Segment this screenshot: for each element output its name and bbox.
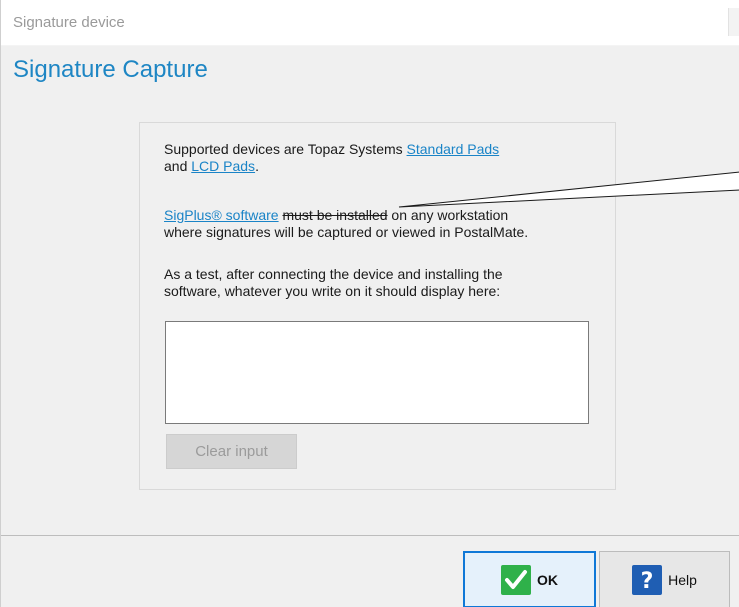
- svg-text:?: ?: [641, 569, 654, 594]
- window-title: Signature device: [13, 14, 125, 31]
- dialog-footer: OK ? Help: [1, 535, 739, 607]
- software-requirement-text: SigPlus® software must be installed on a…: [164, 207, 604, 241]
- sigplus-software-link[interactable]: SigPlus® software: [164, 207, 279, 223]
- checkmark-icon: [501, 564, 531, 595]
- page-title: Signature Capture: [13, 56, 208, 83]
- software-struck-text: must be installed: [282, 207, 388, 223]
- clear-input-button[interactable]: Clear input: [166, 434, 297, 469]
- question-mark-icon: ?: [632, 564, 663, 595]
- help-button[interactable]: ? Help: [599, 551, 730, 607]
- test-instructions-text: As a test, after connecting the device a…: [164, 266, 604, 300]
- software-line-2: where signatures will be captured or vie…: [164, 224, 529, 240]
- test-line-2: software, whatever you write on it shoul…: [164, 283, 501, 299]
- signature-panel: Supported devices are Topaz Systems Stan…: [139, 122, 616, 490]
- supported-devices-label: Supported devices are Topaz Systems: [164, 141, 407, 157]
- supported-devices-text: Supported devices are Topaz Systems Stan…: [164, 141, 604, 175]
- period-label: .: [255, 158, 259, 174]
- test-line-1: As a test, after connecting the device a…: [164, 266, 503, 282]
- signature-display-box[interactable]: [165, 321, 589, 424]
- lcd-pads-link[interactable]: LCD Pads: [191, 158, 255, 174]
- ok-button[interactable]: OK: [463, 551, 596, 607]
- and-label: and: [164, 158, 192, 174]
- software-text-rest: on any workstation: [387, 207, 509, 223]
- signature-device-window: Signature device Signature Capture Suppo…: [0, 0, 739, 607]
- ok-label: OK: [537, 571, 558, 588]
- help-label: Help: [668, 571, 697, 588]
- title-bar: Signature device: [1, 0, 739, 46]
- close-button[interactable]: [728, 8, 739, 36]
- standard-pads-link[interactable]: Standard Pads: [407, 141, 500, 157]
